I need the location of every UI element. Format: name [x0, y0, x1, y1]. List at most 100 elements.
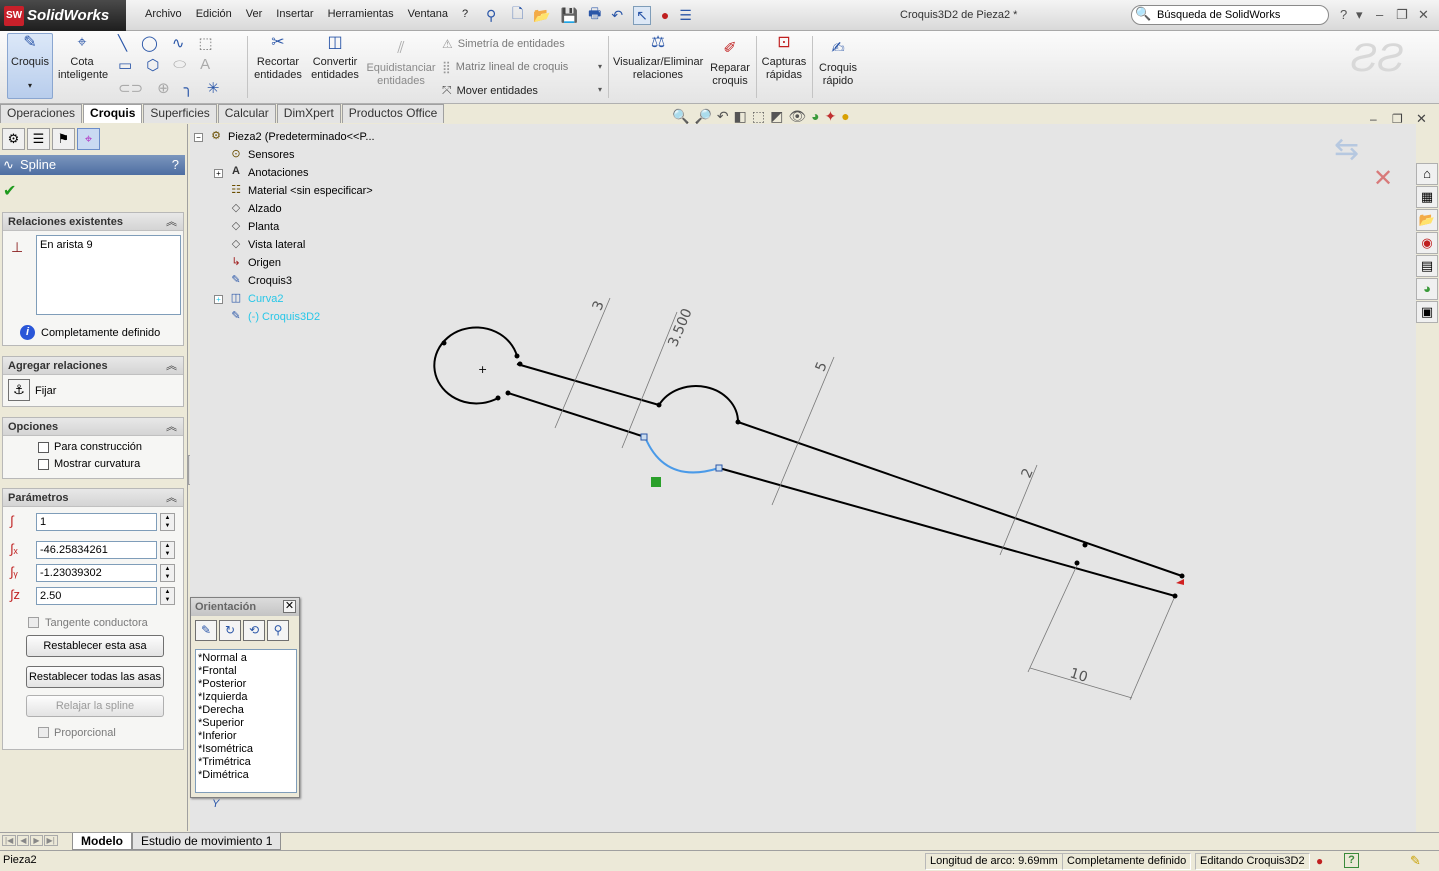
circle-icon[interactable]: ◯ — [141, 34, 158, 52]
pattern-dropdown-icon[interactable]: ▾ — [598, 62, 602, 71]
search-icon[interactable]: 🔍 — [1135, 6, 1151, 22]
existing-relations-header[interactable]: Relaciones existentes ︽ — [3, 213, 183, 231]
tab-operaciones[interactable]: Operaciones — [0, 104, 83, 123]
zoom-area-icon[interactable]: 🔎 — [694, 108, 711, 125]
relax-spline-button[interactable]: Relajar la spline — [26, 695, 164, 717]
new-view-icon[interactable]: ✎ — [195, 620, 217, 641]
update-view-icon[interactable]: ↻ — [219, 620, 241, 641]
list-item[interactable]: *Izquierda — [198, 691, 296, 704]
appearance-icon[interactable]: ◕ — [811, 108, 819, 125]
help-button[interactable]: ? — [172, 155, 179, 175]
linear-pattern-button[interactable]: ⣿ Matriz lineal de croquis — [442, 60, 568, 74]
custom-properties-icon[interactable]: ▣ — [1416, 301, 1438, 323]
configuration-manager-icon[interactable]: ⚑ — [52, 128, 75, 150]
x-coordinate-field[interactable]: -46.25834261 — [36, 541, 157, 559]
rapid-snaps-button[interactable]: ⊡ Capturas rápidas — [760, 35, 808, 82]
tab-dimxpert[interactable]: DimXpert — [276, 104, 341, 123]
menu-ver[interactable]: Ver — [239, 8, 270, 20]
display-relations-button[interactable]: ⚖ Visualizar/Eliminar relaciones — [613, 35, 703, 82]
open-icon[interactable]: 📂 — [533, 7, 550, 24]
options-header[interactable]: Opciones ︽ — [3, 418, 183, 436]
slot-icon[interactable]: ⊂⊃ — [118, 79, 143, 97]
ellipse-icon[interactable]: ⬭ — [173, 56, 186, 74]
move-entities-button[interactable]: ⤧ Mover entidades — [442, 83, 538, 98]
list-item[interactable]: *Inferior — [198, 730, 296, 743]
close-icon[interactable]: ✕ — [1418, 7, 1429, 23]
tab-calcular[interactable]: Calcular — [217, 104, 276, 123]
trim-entities-button[interactable]: ✂ Recortar entidades — [252, 35, 304, 82]
list-item[interactable]: *Posterior — [198, 678, 296, 691]
pin-dialog-icon[interactable]: ⚲ — [267, 620, 289, 641]
view-palette-icon[interactable]: ▤ — [1416, 255, 1438, 277]
list-item[interactable]: *Frontal — [198, 665, 296, 678]
offset-entities-button[interactable]: ⫽ Equidistanciar entidades — [366, 41, 436, 88]
help-dropdown-icon[interactable]: ▾ — [1356, 7, 1363, 23]
quick-tips-icon[interactable]: ? — [1344, 853, 1359, 868]
collapse-icon[interactable]: ︽ — [166, 418, 177, 436]
units-icon[interactable]: ✎ — [1410, 853, 1421, 869]
tab-modelo[interactable]: Modelo — [72, 833, 132, 850]
last-tab-icon[interactable]: ▶| — [43, 835, 58, 846]
search-input[interactable]: Búsqueda de SolidWorks — [1131, 5, 1329, 25]
collapse-icon[interactable]: ︽ — [166, 213, 177, 231]
display-style-icon[interactable]: ◩ — [770, 108, 783, 125]
relations-list[interactable]: En arista 9 — [36, 235, 181, 315]
hide-show-icon[interactable]: 👁 — [788, 108, 806, 125]
orientation-list[interactable]: *Normal a *Frontal *Posterior *Izquierda… — [195, 649, 297, 793]
home-icon[interactable]: ⌂ — [1416, 163, 1438, 185]
help-icon[interactable]: ? — [1340, 7, 1347, 22]
show-curvature-checkbox[interactable] — [38, 459, 49, 470]
parameters-header[interactable]: Parámetros ︽ — [3, 489, 183, 507]
add-relations-header[interactable]: Agregar relaciones ︽ — [3, 357, 183, 375]
grid-icon[interactable]: ⬚ — [198, 34, 212, 52]
zoom-to-fit-icon[interactable]: 🔍 — [672, 108, 689, 125]
feature-manager-icon[interactable]: ⚙ — [2, 128, 25, 150]
previous-view-icon[interactable]: ↶ — [717, 108, 729, 125]
construction-checkbox[interactable] — [38, 442, 49, 453]
pin-icon[interactable]: ⚲ — [486, 5, 496, 25]
viewport-close-icon[interactable]: ✕ — [1416, 111, 1427, 127]
croquis-button[interactable]: ✎ Croquis ▾ — [7, 33, 53, 99]
smart-dimension-button[interactable]: ⌖ Cota inteligente — [58, 35, 108, 82]
undo-icon[interactable]: ↶ — [611, 7, 623, 24]
menu-herramientas[interactable]: Herramientas — [321, 8, 401, 20]
collapse-icon[interactable]: ︽ — [166, 489, 177, 507]
rectangle-icon[interactable]: ▭ — [118, 56, 132, 74]
tangent-driving-checkbox[interactable] — [28, 617, 39, 628]
save-icon[interactable]: 💾 — [561, 7, 578, 24]
rebuild-status-icon[interactable]: ● — [1316, 854, 1323, 868]
collapse-icon[interactable]: ︽ — [166, 357, 177, 375]
menu-insertar[interactable]: Insertar — [269, 8, 320, 20]
menu-edicion[interactable]: Edición — [189, 8, 239, 20]
fillet-icon[interactable]: ╮ — [184, 79, 193, 97]
tab-croquis[interactable]: Croquis — [83, 104, 143, 123]
convert-entities-button[interactable]: ◫ Convertir entidades — [308, 35, 362, 82]
point-icon[interactable]: ⊕ — [157, 79, 170, 97]
restore-icon[interactable]: ❐ — [1396, 7, 1408, 23]
y-coordinate-stepper[interactable]: ▲ ▼ — [160, 564, 175, 582]
scene-icon[interactable]: ✦ — [825, 108, 837, 125]
list-item[interactable]: *Dimétrica — [198, 769, 296, 782]
menu-ventana[interactable]: Ventana — [401, 8, 455, 20]
select-icon[interactable]: ↖ — [633, 5, 651, 25]
rebuild-icon[interactable]: ● — [661, 7, 669, 23]
move-dropdown-icon[interactable]: ▾ — [598, 85, 602, 94]
rapid-sketch-button[interactable]: ✍ Croquis rápido — [816, 41, 860, 88]
search-results-icon[interactable]: ◉ — [1416, 232, 1438, 254]
close-icon[interactable]: ✕ — [283, 600, 296, 613]
ok-check-icon[interactable]: ✔ — [3, 181, 16, 201]
centerline-icon[interactable]: ✳ — [207, 79, 220, 97]
proportional-checkbox[interactable] — [38, 727, 49, 738]
prev-tab-icon[interactable]: ◀ — [17, 835, 30, 846]
tab-estudio-movimiento[interactable]: Estudio de movimiento 1 — [132, 833, 282, 850]
list-item[interactable]: *Superior — [198, 717, 296, 730]
text-tool-icon[interactable]: A — [200, 56, 210, 74]
menu-help[interactable]: ? — [455, 8, 475, 20]
list-item[interactable]: *Normal a — [198, 652, 296, 665]
reset-all-handles-button[interactable]: Restablecer todas las asas — [26, 666, 164, 688]
z-coordinate-field[interactable]: 2.50 — [36, 587, 157, 605]
mirror-entities-button[interactable]: ⚠ Simetría de entidades — [442, 37, 565, 51]
fix-relation-icon[interactable]: ⚓ — [8, 379, 30, 401]
property-manager-icon[interactable]: ☰ — [27, 128, 50, 150]
spline-point-stepper[interactable]: ▲ ▼ — [160, 513, 175, 531]
